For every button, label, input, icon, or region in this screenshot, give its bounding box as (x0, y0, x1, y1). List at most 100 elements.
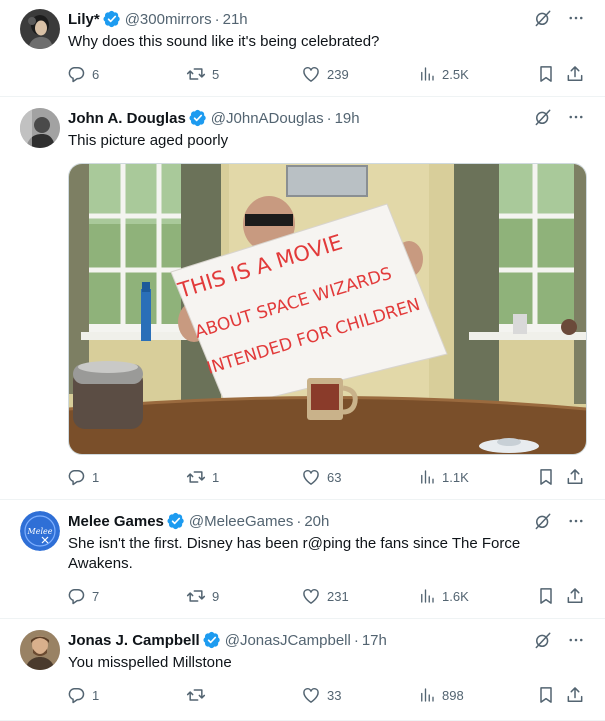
share-button[interactable] (565, 62, 585, 86)
tweet-feed: Lily* @300mirrors · 21h Why does this so… (0, 0, 605, 721)
like-count: 63 (327, 469, 342, 485)
tweet-text: Why does this sound like it's being cele… (68, 33, 380, 50)
view-count: 2.5K (442, 66, 469, 82)
avatar[interactable] (20, 9, 60, 49)
reply-button[interactable]: 6 (66, 62, 99, 86)
share-icon (565, 586, 585, 606)
timestamp[interactable]: 17h (362, 632, 387, 649)
verified-badge-icon (167, 512, 185, 530)
repost-icon (186, 64, 206, 84)
handle[interactable]: @JonasJCampbell (225, 632, 351, 649)
more-icon[interactable] (567, 108, 585, 131)
tweet-image[interactable]: THIS IS A MOVIE ABOUT SPACE WIZARDS INTE… (68, 163, 587, 455)
reply-icon (66, 685, 86, 705)
views-button[interactable]: 1.6K (418, 584, 469, 608)
bookmark-icon (536, 467, 556, 487)
share-icon (565, 467, 585, 487)
grok-icon[interactable] (533, 107, 553, 132)
more-icon[interactable] (567, 9, 585, 32)
tweet-text: You misspelled Millstone (68, 654, 232, 671)
handle[interactable]: @MeleeGames (189, 513, 293, 530)
like-button[interactable]: 239 (301, 62, 349, 86)
like-button[interactable]: 63 (301, 465, 341, 489)
tweet[interactable]: Melee Melee Games @MeleeGames · 20h She … (0, 500, 605, 619)
grok-icon[interactable] (533, 8, 553, 33)
display-name[interactable]: John A. Douglas (68, 110, 186, 127)
svg-text:Melee: Melee (27, 527, 53, 536)
tweet[interactable]: John A. Douglas @J0hnADouglas · 19h This… (0, 97, 605, 500)
tweet[interactable]: Lily* @300mirrors · 21h Why does this so… (0, 0, 605, 97)
view-count: 898 (442, 687, 464, 703)
repost-count: 9 (212, 588, 220, 604)
view-count: 1.1K (442, 469, 469, 485)
reply-count: 6 (92, 66, 100, 82)
views-icon (418, 468, 436, 486)
display-name[interactable]: Jonas J. Campbell (68, 632, 200, 649)
share-button[interactable] (565, 465, 585, 489)
like-icon (301, 467, 321, 487)
repost-button[interactable]: 5 (186, 62, 219, 86)
bookmark-button[interactable] (536, 584, 556, 608)
reply-button[interactable]: 7 (66, 584, 99, 608)
views-button[interactable]: 1.1K (418, 465, 469, 489)
repost-icon (186, 685, 206, 705)
separator: · (296, 512, 302, 530)
grok-icon[interactable] (533, 511, 553, 536)
display-name[interactable]: Lily* (68, 11, 100, 28)
views-button[interactable]: 2.5K (418, 62, 469, 86)
share-button[interactable] (565, 584, 585, 608)
repost-button[interactable]: 9 (186, 584, 219, 608)
reply-count: 1 (92, 469, 100, 485)
tweet-text: She isn't the first. Disney has been r@p… (68, 535, 521, 572)
grok-icon[interactable] (533, 630, 553, 655)
bookmark-button[interactable] (536, 683, 556, 707)
tweet[interactable]: Jonas J. Campbell @JonasJCampbell · 17h … (0, 619, 605, 721)
bookmark-button[interactable] (536, 465, 556, 489)
views-button[interactable]: 898 (418, 683, 464, 707)
action-bar: 1 1 63 1.1K (58, 465, 588, 489)
reply-count: 1 (92, 687, 100, 703)
action-bar: 6 5 239 2.5K (58, 62, 588, 86)
timestamp[interactable]: 21h (223, 11, 248, 28)
reply-button[interactable]: 1 (66, 465, 99, 489)
share-icon (565, 685, 585, 705)
bookmark-icon (536, 64, 556, 84)
view-count: 1.6K (442, 588, 469, 604)
share-icon (565, 64, 585, 84)
like-button[interactable]: 231 (301, 584, 349, 608)
reply-count: 7 (92, 588, 100, 604)
repost-icon (186, 467, 206, 487)
tweet-text: This picture aged poorly (68, 132, 229, 149)
like-button[interactable]: 33 (301, 683, 341, 707)
timestamp[interactable]: 19h (335, 110, 360, 127)
like-count: 239 (327, 66, 349, 82)
handle[interactable]: @J0hnADouglas (211, 110, 324, 127)
like-icon (301, 64, 321, 84)
like-count: 33 (327, 687, 342, 703)
bookmark-icon (536, 586, 556, 606)
avatar[interactable] (20, 108, 60, 148)
repost-button[interactable] (186, 683, 212, 707)
avatar[interactable] (20, 630, 60, 670)
avatar[interactable]: Melee (20, 511, 60, 551)
display-name[interactable]: Melee Games (68, 513, 164, 530)
timestamp[interactable]: 20h (304, 513, 329, 530)
separator: · (326, 109, 332, 127)
handle[interactable]: @300mirrors (125, 11, 212, 28)
reply-icon (66, 586, 86, 606)
reply-button[interactable]: 1 (66, 683, 99, 707)
repost-count: 5 (212, 66, 220, 82)
reply-icon (66, 467, 86, 487)
bookmark-button[interactable] (536, 62, 556, 86)
reply-icon (66, 64, 86, 84)
like-icon (301, 685, 321, 705)
verified-badge-icon (203, 631, 221, 649)
repost-count: 1 (212, 469, 220, 485)
views-icon (418, 65, 436, 83)
repost-button[interactable]: 1 (186, 465, 219, 489)
separator: · (353, 631, 359, 649)
more-icon[interactable] (567, 631, 585, 654)
more-icon[interactable] (567, 512, 585, 535)
share-button[interactable] (565, 683, 585, 707)
verified-badge-icon (103, 10, 121, 28)
